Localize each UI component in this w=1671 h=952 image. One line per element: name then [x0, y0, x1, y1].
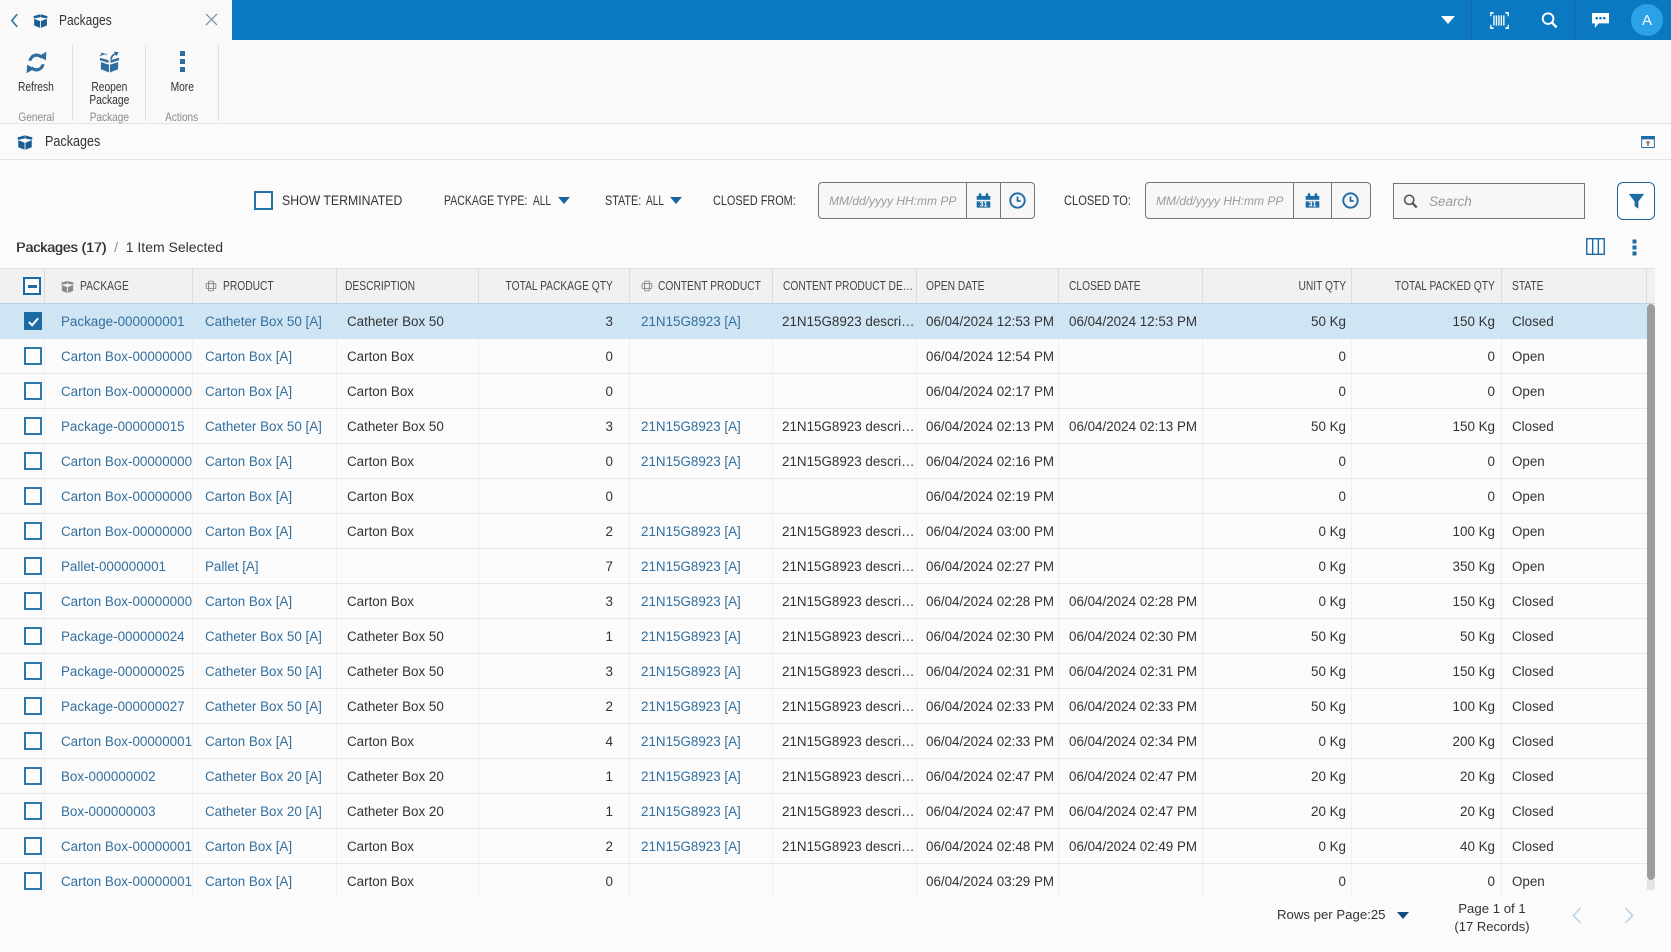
svg-text:31: 31 — [979, 200, 987, 209]
svg-text:31: 31 — [1308, 200, 1316, 209]
